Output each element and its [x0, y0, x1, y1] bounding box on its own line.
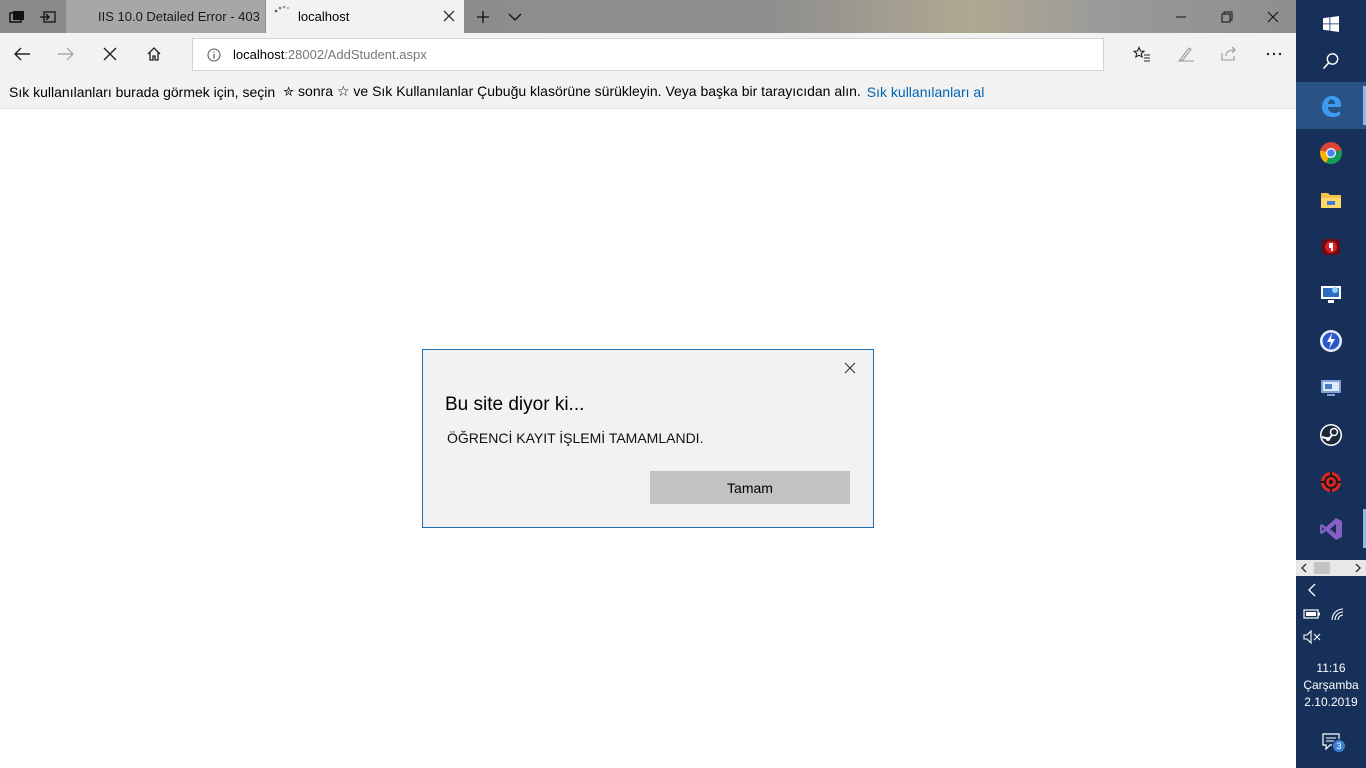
wifi-icon	[1331, 608, 1344, 621]
dialog-close-button[interactable]	[841, 359, 859, 377]
dialog-title: Bu site diyor ki...	[445, 394, 585, 415]
wifi-button[interactable]	[1326, 604, 1350, 624]
visual-studio-icon	[1320, 517, 1342, 540]
battery-button[interactable]	[1300, 604, 1324, 624]
taskbar-app-remote-desktop[interactable]	[1296, 270, 1366, 317]
volume-muted-icon	[1303, 630, 1321, 644]
set-tabs-aside-button[interactable]	[34, 0, 62, 33]
pen-icon	[1178, 47, 1194, 62]
tab-preview-button[interactable]	[4, 0, 30, 33]
close-icon	[1267, 11, 1279, 22]
alert-dialog: Bu site diyor ki... ÖĞRENCİ KAYIT İŞLEMİ…	[422, 349, 874, 528]
remote-desktop-icon	[1321, 285, 1341, 303]
star-icon: ✮	[283, 83, 295, 99]
favorites-hub-button[interactable]	[1120, 33, 1164, 75]
home-button[interactable]	[132, 33, 176, 75]
dialog-message: ÖĞRENCİ KAYIT İŞLEMİ TAMAMLANDI.	[447, 430, 704, 446]
taskbar-app-monitor[interactable]	[1296, 364, 1366, 411]
bolt-app-icon	[1320, 329, 1342, 352]
close-icon	[103, 47, 117, 61]
arrow-left-icon	[14, 47, 30, 61]
restore-button[interactable]	[1204, 0, 1250, 33]
red-app-icon	[1322, 238, 1340, 255]
tab-bar: IIS 10.0 Detailed Error - 403 localhost	[0, 0, 1296, 33]
chrome-icon	[1320, 141, 1342, 164]
search-icon	[1322, 52, 1339, 69]
tab-title: localhost	[298, 9, 350, 24]
chevron-left-icon[interactable]	[1300, 563, 1308, 573]
notification-count-badge: 3	[1332, 739, 1346, 753]
taskbar-scrollbar[interactable]	[1296, 560, 1366, 576]
clock-time: 11:16	[1316, 661, 1346, 675]
chevron-down-icon	[508, 13, 522, 21]
battery-icon	[1303, 609, 1320, 619]
taskbar-app-steam[interactable]	[1296, 411, 1366, 458]
chevron-right-icon[interactable]	[1354, 563, 1362, 573]
address-bar[interactable]: localhost:28002/AddStudent.aspx	[192, 38, 1104, 71]
clock-date: 2.10.2019	[1304, 695, 1358, 709]
taskbar-app-bolt[interactable]	[1296, 317, 1366, 364]
set-aside-icon	[40, 10, 56, 23]
action-center-button[interactable]: 3	[1296, 722, 1366, 762]
share-icon	[1221, 46, 1236, 61]
tab-iis-error[interactable]: IIS 10.0 Detailed Error - 403	[66, 0, 266, 33]
back-button[interactable]	[0, 33, 44, 75]
import-favorites-link[interactable]: Sık kullanılanları al	[867, 84, 985, 100]
red-gear-icon	[1321, 471, 1341, 492]
tab-list-button[interactable]	[502, 0, 528, 33]
favorites-hint-text: Sık kullanılanları burada görmek için, s…	[9, 83, 276, 100]
monitor-app-icon	[1321, 379, 1341, 396]
taskbar-clock[interactable]: 11:16 Çarşamba 2.10.2019	[1296, 660, 1366, 711]
navigation-bar: localhost:28002/AddStudent.aspx	[0, 33, 1296, 75]
forward-button[interactable]	[44, 33, 88, 75]
url-path: :28002/AddStudent.aspx	[284, 47, 427, 62]
taskbar-app-red[interactable]	[1296, 223, 1366, 270]
plus-icon	[477, 10, 489, 23]
tab-title: IIS 10.0 Detailed Error - 403	[98, 9, 260, 24]
minimize-button[interactable]	[1158, 0, 1204, 33]
web-note-button[interactable]	[1164, 33, 1208, 75]
new-tab-button[interactable]	[470, 0, 496, 33]
close-tab-icon[interactable]	[442, 9, 456, 23]
taskbar-app-visual-studio[interactable]	[1296, 505, 1366, 552]
url-text: localhost:28002/AddStudent.aspx	[233, 47, 427, 62]
minimize-icon	[1176, 16, 1186, 17]
close-window-button[interactable]	[1250, 0, 1296, 33]
volume-button[interactable]	[1300, 627, 1324, 647]
folder-icon	[1321, 192, 1341, 208]
taskbar-app-edge[interactable]	[1296, 82, 1366, 129]
taskbar-app-chrome[interactable]	[1296, 129, 1366, 176]
close-icon	[844, 362, 856, 374]
steam-icon	[1320, 423, 1342, 446]
info-icon[interactable]	[207, 48, 221, 62]
share-button[interactable]	[1207, 33, 1251, 75]
browser-window: IIS 10.0 Detailed Error - 403 localhost	[0, 0, 1296, 768]
scrollbar-thumb[interactable]	[1314, 562, 1330, 574]
clock-day: Çarşamba	[1303, 678, 1359, 692]
restore-icon	[1221, 11, 1233, 22]
taskbar-app-file-explorer[interactable]	[1296, 176, 1366, 223]
home-icon	[147, 47, 161, 61]
favorites-bar: Sık kullanılanları burada görmek için, s…	[0, 75, 1296, 109]
windows-logo-icon	[1323, 15, 1339, 32]
more-dots-icon	[1266, 52, 1282, 56]
taskbar: 11:16 Çarşamba 2.10.2019 3	[1296, 0, 1366, 768]
show-hidden-icons-button[interactable]	[1300, 580, 1324, 600]
ok-button[interactable]: Tamam	[650, 471, 850, 504]
more-button[interactable]	[1252, 33, 1296, 75]
favorites-hint-text-2: sonra ☆ ve Sık Kullanılanlar Çubuğu klas…	[298, 83, 861, 99]
stop-loading-button[interactable]	[88, 33, 132, 75]
favorites-list-icon	[1133, 46, 1150, 62]
loading-spinner-icon	[274, 5, 290, 13]
search-button[interactable]	[1296, 37, 1366, 84]
url-host: localhost	[233, 47, 285, 62]
chevron-left-icon	[1308, 583, 1316, 597]
edge-icon	[1322, 95, 1341, 117]
tab-localhost[interactable]: localhost	[266, 0, 464, 33]
taskbar-app-red-gear[interactable]	[1296, 458, 1366, 505]
arrow-right-icon	[58, 47, 74, 61]
tabs-aside-icon	[9, 10, 24, 23]
